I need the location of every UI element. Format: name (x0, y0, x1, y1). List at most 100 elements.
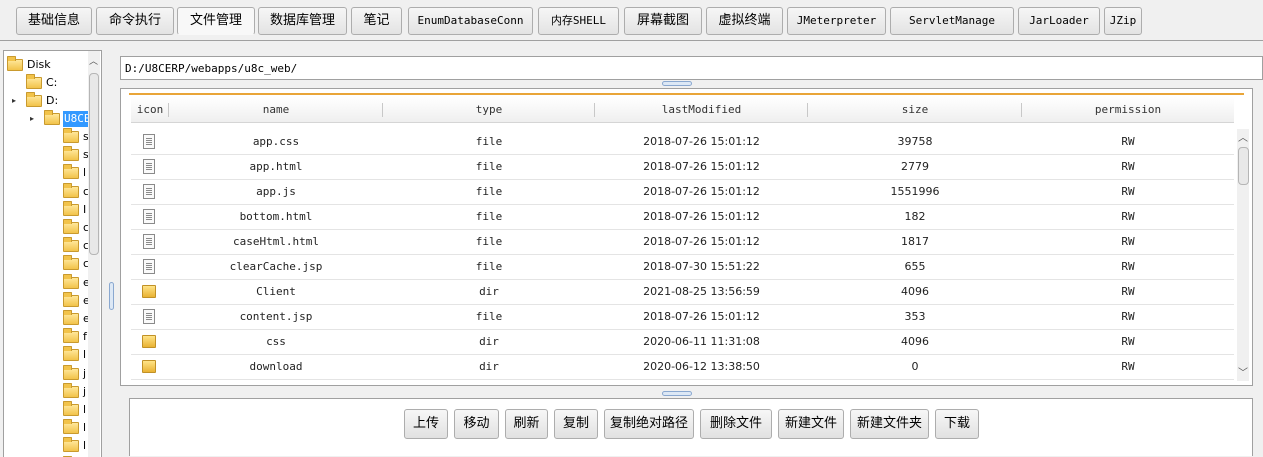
cell-permission: RW (1022, 205, 1234, 229)
table-splitter-grip[interactable] (662, 391, 692, 396)
folder-icon (63, 440, 79, 452)
tree-node-child[interactable]: l (6, 420, 88, 436)
panel-splitter[interactable] (108, 50, 115, 456)
download-button[interactable]: 下载 (935, 409, 979, 439)
tab-12[interactable]: JZip (1104, 7, 1142, 35)
tree-node-child[interactable]: e (6, 275, 88, 291)
tree-node-child[interactable]: c (6, 238, 88, 254)
column-header-permission[interactable]: permission (1022, 97, 1234, 122)
tree-label-child: f (83, 329, 87, 345)
folder-icon (63, 167, 79, 179)
file-icon (143, 234, 155, 249)
tab-8[interactable]: 虚拟终端 (706, 7, 783, 35)
tree-node-child[interactable]: c (6, 220, 88, 236)
tab-6[interactable]: 内存SHELL (538, 7, 619, 35)
copy-button[interactable]: 复制 (554, 409, 598, 439)
column-header-lastModified[interactable]: lastModified (595, 97, 808, 122)
table-row[interactable]: cssdir2020-06-11 11:31:084096RW (131, 330, 1234, 355)
table-row[interactable]: Clientdir2021-08-25 13:56:594096RW (131, 280, 1234, 305)
table-row[interactable]: clearCache.jspfile2018-07-30 15:51:22655… (131, 255, 1234, 280)
new-file-button[interactable]: 新建文件 (778, 409, 844, 439)
tab-0[interactable]: 基础信息 (16, 7, 92, 35)
expand-arrow-icon[interactable]: ▸ (30, 111, 34, 127)
new-folder-button[interactable]: 新建文件夹 (850, 409, 929, 439)
cell-name: app.css (169, 130, 383, 154)
folder-icon (142, 335, 156, 348)
tab-11[interactable]: JarLoader (1018, 7, 1100, 35)
upload-button[interactable]: 上传 (404, 409, 448, 439)
file-icon (143, 159, 155, 174)
copy-absolute-path-button[interactable]: 复制绝对路径 (604, 409, 694, 439)
tree-node-disk[interactable]: Disk (6, 57, 96, 73)
tab-1[interactable]: 命令执行 (96, 7, 174, 35)
tab-4[interactable]: 笔记 (351, 7, 402, 35)
folder-icon (63, 295, 79, 307)
table-row[interactable]: caseHtml.htmlfile2018-07-26 15:01:121817… (131, 230, 1234, 255)
cell-permission: RW (1022, 155, 1234, 179)
tab-9[interactable]: JMeterpreter (787, 7, 886, 35)
cell-lastmodified: 2018-07-26 15:01:12 (595, 305, 808, 329)
table-row[interactable]: content.jspfile2018-07-26 15:01:12353RW (131, 305, 1234, 330)
cell-name: bottom.html (169, 205, 383, 229)
move-button[interactable]: 移动 (454, 409, 499, 439)
tree-node-child[interactable]: l (6, 438, 88, 454)
tree-node-child[interactable]: l (6, 347, 88, 363)
tree-label-child: l (83, 165, 86, 181)
table-scroll-thumb[interactable] (1238, 147, 1249, 185)
tree-node-drive-d[interactable]: ▸ D: (6, 93, 96, 109)
folder-icon (142, 285, 156, 298)
cell-name: download (169, 355, 383, 379)
table-row[interactable]: app.htmlfile2018-07-26 15:01:122779RW (131, 155, 1234, 180)
tree-node-child[interactable]: e (6, 311, 88, 327)
tree-node-child[interactable]: l (6, 402, 88, 418)
tab-7[interactable]: 屏幕截图 (624, 7, 702, 35)
tab-2[interactable]: 文件管理 (177, 7, 255, 35)
tree-node-child[interactable]: s (6, 129, 88, 145)
column-header-name[interactable]: name (169, 97, 383, 122)
table-row[interactable]: bottom.htmlfile2018-07-26 15:01:12182RW (131, 205, 1234, 230)
table-row[interactable]: downloaddir2020-06-12 13:38:500RW (131, 355, 1234, 380)
delete-file-button[interactable]: 删除文件 (700, 409, 772, 439)
cell-permission: RW (1022, 280, 1234, 304)
tab-bar: 基础信息命令执行文件管理数据库管理笔记EnumDatabaseConn内存SHE… (0, 0, 1263, 41)
tree-node-child[interactable]: l (6, 165, 88, 181)
cell-name: app.html (169, 155, 383, 179)
column-header-size[interactable]: size (808, 97, 1022, 122)
tree-node-child[interactable]: c (6, 184, 88, 200)
table-row[interactable]: app.jsfile2018-07-26 15:01:121551996RW (131, 180, 1234, 205)
cell-size: 0 (808, 355, 1022, 379)
tree-node-drive-c[interactable]: C: (6, 75, 96, 91)
path-bar (120, 56, 1263, 80)
expand-arrow-icon[interactable]: ▸ (12, 93, 16, 109)
cell-permission: RW (1022, 330, 1234, 354)
file-icon (143, 259, 155, 274)
tree-node-child[interactable]: I (6, 202, 88, 218)
refresh-button[interactable]: 刷新 (505, 409, 548, 439)
scroll-up-icon[interactable]: ︿ (1238, 129, 1248, 144)
column-header-icon[interactable]: icon (131, 97, 169, 122)
tab-5[interactable]: EnumDatabaseConn (408, 7, 533, 35)
path-input[interactable] (121, 57, 1259, 79)
tree-node-child[interactable]: e (6, 293, 88, 309)
tab-10[interactable]: ServletManage (890, 7, 1014, 35)
tree-scroll-thumb[interactable] (89, 73, 99, 255)
scroll-up-icon[interactable]: ︿ (89, 54, 98, 67)
column-header-type[interactable]: type (383, 97, 595, 122)
tree-node-child[interactable]: j (6, 366, 88, 382)
cell-size: 655 (808, 255, 1022, 279)
tree-label-disk: Disk (27, 57, 51, 73)
cell-name: caseHtml.html (169, 230, 383, 254)
tree-node-selected[interactable]: ▸ U8CE (6, 111, 96, 127)
splitter-grip[interactable] (109, 282, 114, 310)
tree-scrollbar[interactable]: ︿ (88, 51, 100, 457)
tree-node-child[interactable]: f (6, 329, 88, 345)
table-row[interactable]: app.cssfile2018-07-26 15:01:1239758RW (131, 130, 1234, 155)
path-splitter-grip[interactable] (662, 81, 692, 86)
scroll-down-icon[interactable]: ﹀ (1238, 364, 1248, 379)
tree-node-child[interactable]: s (6, 147, 88, 163)
table-scrollbar[interactable]: ︿ ﹀ (1237, 129, 1249, 381)
tab-3[interactable]: 数据库管理 (258, 7, 347, 35)
tree-node-child[interactable]: c (6, 256, 88, 272)
tree-node-child[interactable]: j (6, 384, 88, 400)
cell-type: dir (383, 330, 595, 354)
